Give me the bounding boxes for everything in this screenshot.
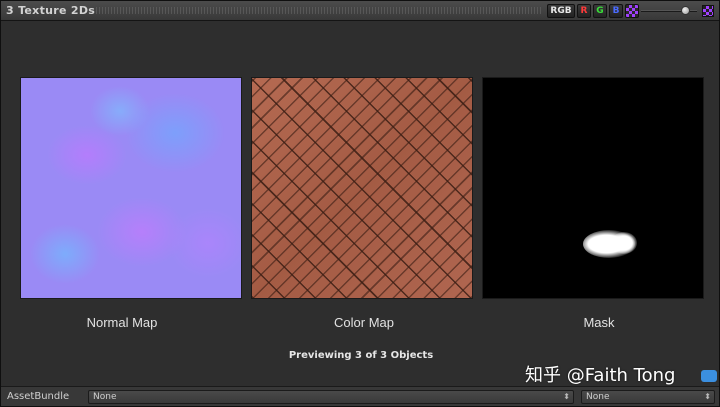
red-channel-button[interactable]: R xyxy=(577,4,591,18)
alpha-checker-icon[interactable] xyxy=(625,4,639,18)
normal-map-label: Normal Map xyxy=(86,315,158,330)
channel-toolbar: RGB R G B xyxy=(547,4,639,18)
color-map-label: Color Map xyxy=(334,315,394,330)
asset-bundle-bar: AssetBundle None ⬍ None ⬍ xyxy=(1,386,719,406)
slider-thumb[interactable] xyxy=(681,6,690,15)
chevron-updown-icon: ⬍ xyxy=(563,392,570,401)
green-channel-button[interactable]: G xyxy=(593,4,607,18)
mask-blob-lobe xyxy=(611,232,637,254)
blue-channel-button[interactable]: B xyxy=(609,4,623,18)
asset-bundle-name-dropdown[interactable]: None ⬍ xyxy=(88,390,574,404)
zoom-slider[interactable] xyxy=(641,6,699,16)
asset-bundle-variant-value: None xyxy=(586,392,610,402)
normal-map-thumbnail[interactable] xyxy=(20,77,242,299)
preview-header: 3 Texture 2Ds RGB R G B xyxy=(1,1,719,21)
watermark-text: 知乎 @Faith Tong xyxy=(525,365,676,386)
rgb-channel-button[interactable]: RGB xyxy=(547,4,575,18)
mask-label: Mask xyxy=(583,315,615,330)
mask-thumbnail[interactable] xyxy=(482,77,704,299)
texture-preview-window: 3 Texture 2Ds RGB R G B Normal Map Color… xyxy=(0,0,720,407)
preview-count-text: Previewing 3 of 3 Objects xyxy=(288,350,434,361)
color-map-thumbnail[interactable] xyxy=(251,77,473,299)
preview-title: 3 Texture 2Ds xyxy=(6,4,96,17)
asset-bundle-name-value: None xyxy=(93,392,117,402)
watermark-logo-icon xyxy=(701,370,717,382)
asset-bundle-label: AssetBundle xyxy=(7,391,70,402)
drag-grip[interactable] xyxy=(96,7,542,14)
asset-bundle-variant-dropdown[interactable]: None ⬍ xyxy=(581,390,715,404)
chevron-updown-icon: ⬍ xyxy=(704,392,711,401)
checker-background-icon[interactable] xyxy=(702,5,714,17)
